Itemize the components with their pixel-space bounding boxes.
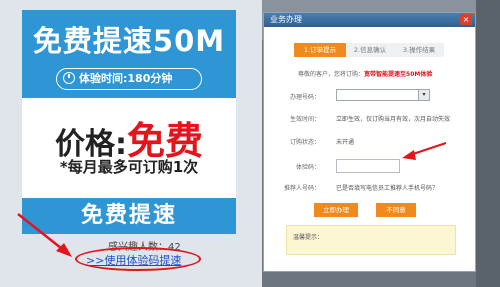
disagree-button[interactable]: 不同意	[376, 203, 416, 217]
highlight-oval	[75, 247, 201, 271]
tips-box: 温馨提示：	[286, 225, 456, 255]
submit-button[interactable]: 立即办理	[314, 203, 358, 217]
greeting-offer: 宽带智能提速至50M体验	[364, 71, 433, 78]
step-3: 3.操作结果	[394, 43, 444, 57]
promo-card: 免费提速50M 体验时间:180分钟 价格:免费 *每月最多可订购1次 免费提速	[22, 10, 236, 234]
trial-code-input[interactable]	[336, 159, 400, 173]
phone-select[interactable]: ▾	[336, 89, 430, 101]
dialog-titlebar: 业务办理 ×	[264, 13, 475, 27]
greeting-prefix: 尊敬的客户，您将订购：	[298, 71, 365, 78]
recommender-question[interactable]: 已是否填写电信员工推荐人手机号码？	[336, 183, 438, 192]
promo-title: 免费提速50M	[32, 24, 226, 58]
recommender-label: 推荐人号码：	[283, 185, 320, 192]
order-status-value: 未开通	[336, 139, 355, 146]
close-icon[interactable]: ×	[460, 14, 472, 25]
trial-code-label: 体验码：	[295, 164, 320, 171]
trial-time-text: 体验时间:180分钟	[79, 72, 173, 85]
clock-icon	[63, 72, 75, 84]
step-1: 1.订单提示	[294, 43, 346, 57]
dialog-title: 业务办理	[270, 15, 302, 24]
step-2: 2.信息确认	[344, 43, 396, 57]
promo-header: 免费提速50M 体验时间:180分钟	[22, 10, 236, 98]
order-status-label: 订购状态：	[289, 139, 320, 146]
trial-time-badge: 体验时间:180分钟	[56, 68, 202, 90]
business-dialog: 业务办理 × 3.操作结果 2.信息确认 1.订单提示 尊敬的客户，您将订购：宽…	[263, 12, 476, 272]
chevron-down-icon[interactable]: ▾	[418, 90, 429, 100]
tips-label: 温馨提示：	[293, 234, 324, 241]
effective-time-value: 立即生效，仅订购当月有效，次月自动失效	[336, 116, 451, 123]
effective-time-label: 生效时间：	[289, 116, 320, 123]
order-greeting: 尊敬的客户，您将订购：宽带智能提速至50M体验	[298, 69, 432, 78]
background-page-right	[476, 0, 500, 287]
monthly-limit-text: *每月最多可订购1次	[59, 158, 199, 176]
phone-label: 办理号码：	[289, 94, 320, 101]
free-speed-button[interactable]: 免费提速	[22, 198, 236, 234]
step-indicator: 3.操作结果 2.信息确认 1.订单提示	[294, 43, 444, 57]
